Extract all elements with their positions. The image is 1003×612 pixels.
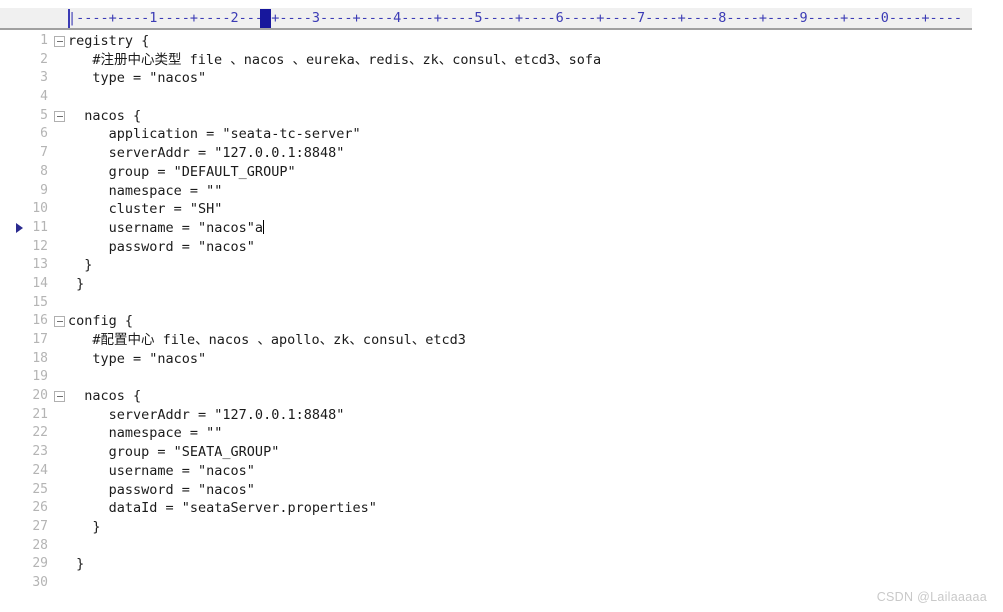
code-line[interactable]: 23 group = "SEATA_GROUP" [0,443,1003,462]
text-caret [262,219,264,234]
code-line[interactable]: 26 dataId = "seataServer.properties" [0,499,1003,518]
code-line-text: application = "seata-tc-server" [68,126,361,143]
ruler-tick-labels: |----+----1----+----2----+----3----+----… [68,10,963,26]
code-line[interactable]: 10 cluster = "SH" [0,200,1003,219]
line-number: 11 [32,219,48,235]
code-line-text: nacos { [68,107,142,124]
code-line[interactable]: 1 registry { [0,32,1003,51]
code-line[interactable]: 18 type = "nacos" [0,350,1003,369]
line-number: 28 [32,537,48,553]
line-number: 27 [32,518,48,534]
code-line-text: group = "SEATA_GROUP" [68,444,280,461]
ruler-cursor-column-marker [260,9,271,28]
code-fold-toggle-icon[interactable] [54,391,65,403]
line-number: 2 [40,51,48,67]
code-line-text: } [68,275,85,292]
code-line-text: serverAddr = "127.0.0.1:8848" [68,145,345,162]
code-line[interactable]: 3 type = "nacos" [0,69,1003,88]
code-fold-toggle-icon[interactable] [54,36,65,47]
line-number: 13 [32,257,48,273]
code-line-text: password = "nacos" [68,481,255,498]
line-number: 26 [32,500,48,516]
code-line[interactable]: 14 } [0,275,1003,294]
line-number: 21 [32,406,48,422]
code-line-text: group = "DEFAULT_GROUP" [68,163,296,180]
code-line[interactable]: 28 [0,537,1003,556]
code-line-text: } [68,257,93,274]
code-line[interactable]: 19 [0,368,1003,387]
code-line[interactable]: 7 serverAddr = "127.0.0.1:8848" [0,144,1003,163]
code-line-text: username = "nacos"a [68,219,264,236]
code-editor-area[interactable]: 1 registry { 2 #注册中心类型 file 、nacos 、eureka… [0,32,1003,612]
csdn-watermark: CSDN @Lailaaaaa [876,590,987,604]
code-line-text: serverAddr = "127.0.0.1:8848" [68,406,345,423]
line-number: 17 [32,332,48,347]
code-line-text: registry { [68,33,150,49]
column-ruler: |----+----1----+----2----+----3----+----… [0,8,972,30]
code-line[interactable]: 16 config { [0,312,1003,331]
code-line[interactable]: 27 } [0,518,1003,537]
code-line-text: username = "nacos" [68,462,255,479]
code-line[interactable]: 30 [0,574,1003,593]
code-line-text: type = "nacos" [68,70,207,87]
code-line[interactable]: 4 [0,88,1003,107]
code-line-text: namespace = "" [68,182,223,199]
line-number: 15 [32,294,48,310]
code-line-text: dataId = "seataServer.properties" [68,500,377,517]
line-number: 5 [40,107,48,123]
code-line[interactable]: 2 #注册中心类型 file 、nacos 、eureka、redis、zk、c… [0,51,1003,70]
line-number: 30 [32,574,48,590]
line-number: 10 [32,201,48,217]
code-line[interactable]: 6 application = "seata-tc-server" [0,125,1003,144]
line-number: 14 [32,275,48,291]
code-line-text: config { [68,313,134,330]
ruler-gutter-pad [0,8,68,28]
line-number: 8 [40,163,48,179]
code-line[interactable]: 11 username = "nacos"a [0,219,1003,238]
code-line[interactable]: 15 [0,294,1003,313]
line-number: 6 [40,126,48,142]
line-number: 24 [32,462,48,478]
code-line-text: #配置中心 file、nacos 、apollo、zk、consul、etcd3 [68,332,466,348]
code-line-text: namespace = "" [68,425,223,442]
code-fold-toggle-icon[interactable] [54,110,65,122]
code-line-text: cluster = "SH" [68,201,223,218]
line-number: 20 [32,388,48,404]
code-line[interactable]: 24 username = "nacos" [0,462,1003,481]
code-line-text: password = "nacos" [68,238,255,255]
code-line-text: nacos { [68,388,142,405]
code-line-text: } [68,518,101,535]
code-line[interactable]: 22 namespace = "" [0,424,1003,443]
code-line[interactable]: 29 } [0,555,1003,574]
line-number: 22 [32,425,48,441]
line-number: 25 [32,481,48,497]
code-line[interactable]: 17 #配置中心 file、nacos 、apollo、zk、consul、et… [0,331,1003,350]
line-number: 19 [32,369,48,385]
line-number: 3 [40,70,48,86]
code-fold-toggle-icon[interactable] [54,316,65,328]
code-line-text: #注册中心类型 file 、nacos 、eureka、redis、zk、con… [68,51,602,68]
line-number: 12 [32,238,48,254]
line-number: 16 [32,313,48,329]
code-line[interactable]: 20 nacos { [0,387,1003,406]
code-line[interactable]: 21 serverAddr = "127.0.0.1:8848" [0,406,1003,425]
line-number: 7 [40,145,48,161]
line-number: 4 [40,89,48,105]
code-line[interactable]: 8 group = "DEFAULT_GROUP" [0,163,1003,182]
line-number: 1 [40,33,48,48]
code-line[interactable]: 5 nacos { [0,107,1003,126]
code-line[interactable]: 12 password = "nacos" [0,238,1003,257]
code-line[interactable]: 9 namespace = "" [0,182,1003,201]
line-number: 9 [40,182,48,198]
line-number: 29 [32,556,48,572]
code-line[interactable]: 13 } [0,256,1003,275]
code-line-text: type = "nacos" [68,350,207,367]
code-line[interactable]: 25 password = "nacos" [0,481,1003,500]
code-line-text: } [68,556,85,573]
line-number: 18 [32,350,48,366]
line-number: 23 [32,444,48,460]
